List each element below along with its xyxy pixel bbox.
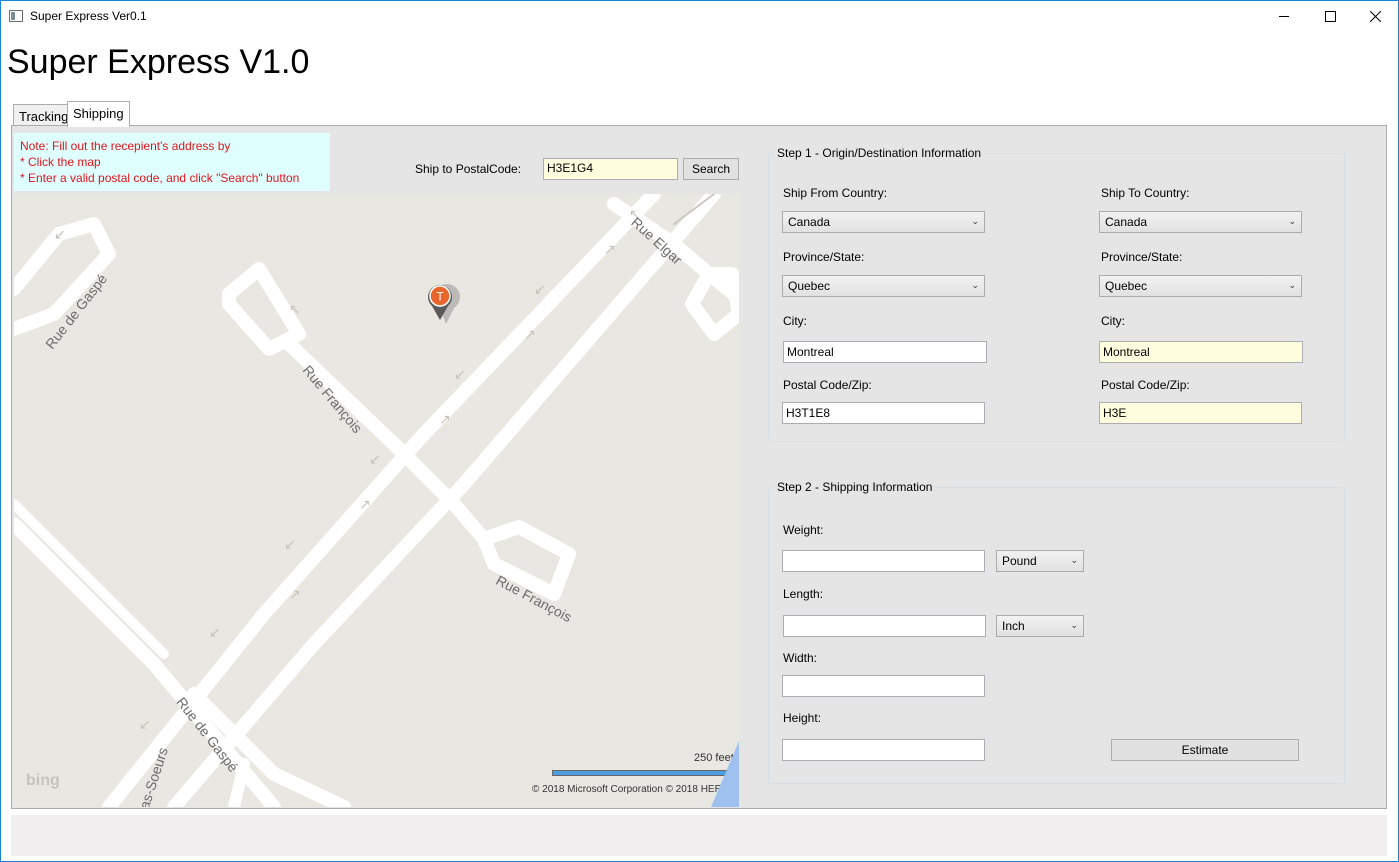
ship-to-city-input[interactable]: Montreal <box>1099 341 1303 363</box>
map-arrow: ↙ <box>139 716 151 732</box>
length-unit-select[interactable]: Inch ⌄ <box>996 615 1084 637</box>
close-button[interactable] <box>1352 1 1398 31</box>
map-arrow: ↗ <box>439 411 451 427</box>
ship-from-country-label: Ship From Country: <box>783 186 888 200</box>
ship-from-city-label: City: <box>783 314 807 328</box>
app-icon <box>9 10 23 22</box>
status-bar <box>11 815 1387 856</box>
chevron-down-icon: ⌄ <box>1070 620 1078 630</box>
note-line: Note: Fill out the recepient's address b… <box>20 139 231 153</box>
map-arrow: ↖ <box>289 301 301 317</box>
instructions-note: Note: Fill out the recepient's address b… <box>14 133 330 191</box>
search-button[interactable]: Search <box>683 158 739 180</box>
svg-text:T: T <box>436 290 444 304</box>
chevron-down-icon: ⌄ <box>971 216 979 226</box>
map-arrow: ↙ <box>284 536 296 552</box>
app-window: Super Express Ver0.1 Super Express V1.0 … <box>0 0 1399 862</box>
note-line: * Click the map <box>20 155 101 169</box>
chevron-down-icon: ⌄ <box>1288 280 1296 290</box>
width-input[interactable] <box>782 675 985 697</box>
selected-value: Canada <box>788 215 831 229</box>
ship-to-postal-input[interactable]: H3E <box>1099 402 1302 424</box>
ship-to-country-label: Ship To Country: <box>1101 186 1190 200</box>
selected-value: Quebec <box>788 279 831 293</box>
ship-from-province-label: Province/State: <box>783 250 865 264</box>
title-bar[interactable]: Super Express Ver0.1 <box>1 1 1398 31</box>
map-roads: ↙ ↙ ↗ ↙ ↗ ↗ ↙ ↗ ↙ ↗ ↙ ↙ ↖ ↖ <box>14 194 739 807</box>
estimate-button[interactable]: Estimate <box>1111 739 1299 761</box>
ship-to-postal-input[interactable]: H3E1G4 <box>543 158 678 180</box>
maximize-icon <box>1324 10 1336 22</box>
ship-to-country-select[interactable]: Canada ⌄ <box>1099 211 1302 233</box>
map-arrow: ↙ <box>454 366 466 382</box>
map-arrow: ↗ <box>604 241 616 257</box>
map-scale-bar <box>552 770 733 776</box>
weight-label: Weight: <box>783 523 824 537</box>
selected-value: Quebec <box>1105 279 1148 293</box>
height-input[interactable] <box>782 739 985 761</box>
map-arrow: ↗ <box>524 326 536 342</box>
tab-shipping[interactable]: Shipping <box>67 101 130 127</box>
ship-from-country-select[interactable]: Canada ⌄ <box>782 211 985 233</box>
length-label: Length: <box>783 587 824 601</box>
chevron-down-icon: ⌄ <box>971 280 979 290</box>
bing-logo: bing <box>26 772 60 789</box>
step2-title: Step 2 - Shipping Information <box>774 480 936 494</box>
tab-tracking[interactable]: Tracking <box>13 104 68 126</box>
chevron-down-icon: ⌄ <box>1288 216 1296 226</box>
map-arrow: ↙ <box>209 624 221 640</box>
ship-from-postal-input[interactable]: H3T1E8 <box>782 402 985 424</box>
map-arrow: ↗ <box>359 496 371 512</box>
map-arrow: ↙ <box>54 226 66 242</box>
weight-input[interactable] <box>782 550 985 572</box>
chevron-down-icon: ⌄ <box>1070 555 1078 565</box>
weight-unit-select[interactable]: Pound ⌄ <box>996 550 1084 572</box>
ship-to-postal-label: Ship to PostalCode: <box>415 162 522 176</box>
width-label: Width: <box>783 651 818 665</box>
minimize-icon <box>1278 15 1289 17</box>
map-copyright: © 2018 Microsoft Corporation © 2018 HERE <box>532 784 729 795</box>
ship-from-city-input[interactable]: Montreal <box>783 341 987 363</box>
height-label: Height: <box>783 711 822 725</box>
map-arrow: ↙ <box>534 281 546 297</box>
map-pin-icon[interactable]: T <box>426 284 462 324</box>
selected-value: Pound <box>1002 554 1037 568</box>
app-heading: Super Express V1.0 <box>7 43 310 81</box>
map-arrow: ↗ <box>289 586 301 602</box>
step1-title: Step 1 - Origin/Destination Information <box>774 146 985 160</box>
ship-to-postal-label: Postal Code/Zip: <box>1101 378 1190 392</box>
minimize-button[interactable] <box>1261 1 1307 31</box>
note-line: * Enter a valid postal code, and click "… <box>20 171 300 185</box>
map-arrow: ↙ <box>369 451 381 467</box>
map-scale-label: 250 feet <box>694 752 734 764</box>
selected-value: Canada <box>1105 215 1148 229</box>
ship-to-province-select[interactable]: Quebec ⌄ <box>1099 275 1302 297</box>
window-title: Super Express Ver0.1 <box>30 9 147 23</box>
ship-from-province-select[interactable]: Quebec ⌄ <box>782 275 985 297</box>
ship-from-postal-label: Postal Code/Zip: <box>783 378 872 392</box>
length-input[interactable] <box>783 615 986 637</box>
close-icon <box>1369 10 1381 22</box>
ship-to-city-label: City: <box>1101 314 1125 328</box>
selected-value: Inch <box>1002 619 1025 633</box>
map-view[interactable]: ↙ ↙ ↗ ↙ ↗ ↗ ↙ ↗ ↙ ↗ ↙ ↙ ↖ ↖ Rue de Gaspé… <box>14 194 739 807</box>
maximize-button[interactable] <box>1307 1 1353 31</box>
ship-to-province-label: Province/State: <box>1101 250 1183 264</box>
